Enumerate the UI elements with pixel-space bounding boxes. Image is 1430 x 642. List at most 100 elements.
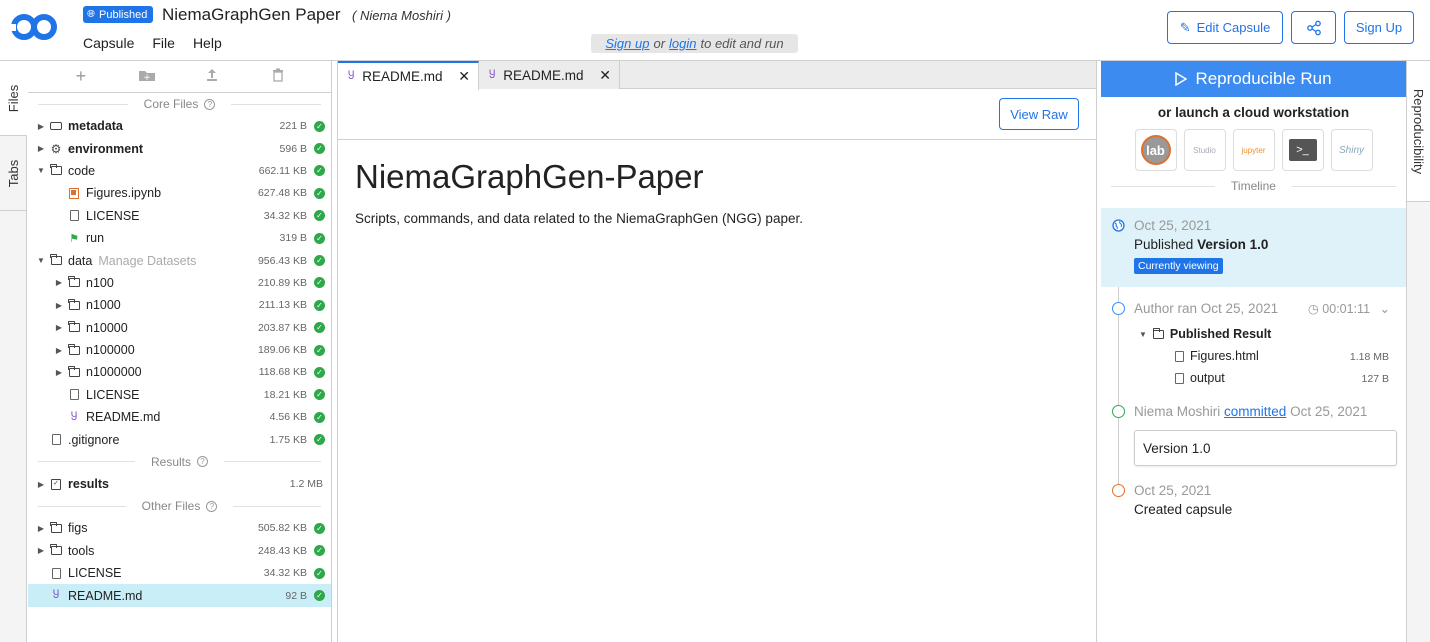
chevron-right-icon[interactable]: ▶ (36, 122, 46, 131)
help-icon[interactable]: ? (206, 500, 218, 512)
file-tree-row[interactable]: ▶ ⚙ environment 596 B ✓ (28, 137, 331, 159)
file-icon (68, 210, 80, 222)
check-icon: ✓ (314, 344, 325, 356)
editor-tab[interactable]: Ⴘ README.md ✕ (479, 61, 620, 89)
chevron-down-icon[interactable]: ▼ (36, 166, 46, 175)
check-icon: ✓ (314, 522, 325, 534)
file-tree-row[interactable]: ▶ n100 210.89 KB ✓ (28, 272, 331, 294)
timeline-date: Oct 25, 2021 (1134, 218, 1212, 233)
close-icon[interactable]: ✕ (599, 67, 611, 84)
file-size: 4.56 KB (269, 411, 307, 424)
signup-link[interactable]: Sign up (605, 36, 649, 51)
upload-icon[interactable] (202, 66, 222, 87)
file-tree-row[interactable]: ▶ n1000 211.13 KB ✓ (28, 294, 331, 316)
markdown-icon: Ⴘ (489, 69, 496, 81)
file-tree-row[interactable]: ▶ n10000 203.87 KB ✓ (28, 317, 331, 339)
help-icon[interactable]: ? (204, 98, 216, 110)
menu-file[interactable]: File (152, 35, 175, 51)
close-icon[interactable]: ✕ (458, 68, 470, 85)
metadata-icon (50, 120, 62, 132)
editor-tab[interactable]: Ⴘ README.md ✕ (338, 61, 479, 90)
result-file[interactable]: output (1175, 371, 1225, 385)
reproducible-run-button[interactable]: Reproducible Run (1101, 61, 1406, 97)
file-tree-row[interactable]: ▶ figs 505.82 KB ✓ (28, 517, 331, 539)
view-raw-button[interactable]: View Raw (999, 98, 1079, 130)
readme-title: NiemaGraphGen-Paper (355, 158, 704, 195)
core-files-list: ▶ metadata 221 B ✓ ▶ ⚙ environment 596 B ✓ ▼ code 6… (28, 115, 331, 451)
editor-tab-bar: Ⴘ README.md ✕ Ⴘ README.md ✕ (338, 61, 1096, 90)
file-tree-row[interactable]: Ⴘ README.md 4.56 KB ✓ (28, 406, 331, 428)
file-tree-row[interactable]: ▶ n100000 189.06 KB ✓ (28, 339, 331, 361)
shiny-option[interactable]: Shiny (1330, 129, 1373, 171)
file-size: 596 B (279, 142, 307, 155)
chevron-right-icon[interactable]: ▶ (36, 524, 46, 533)
terminal-option[interactable]: >_ (1281, 129, 1324, 171)
file-tree-row[interactable]: ▶ metadata 221 B ✓ (28, 115, 331, 137)
chevron-down-icon: ⌄ (1379, 302, 1390, 316)
tab-tabs[interactable]: Tabs (0, 136, 27, 211)
file-size: 248.43 KB (257, 544, 307, 557)
trash-icon[interactable] (268, 66, 288, 87)
help-icon[interactable]: ? (197, 456, 209, 468)
file-name: code (68, 163, 96, 178)
file-tree-row[interactable]: ▶ n1000000 118.68 KB ✓ (28, 361, 331, 383)
file-tree-row[interactable]: ▼ data Manage Datasets 956.43 KB ✓ (28, 249, 331, 271)
chevron-right-icon[interactable]: ▶ (54, 323, 64, 332)
folder-icon (68, 343, 80, 356)
chevron-right-icon[interactable]: ▶ (36, 480, 46, 489)
file-size: 18.21 KB (263, 388, 307, 401)
sign-up-button[interactable]: Sign Up (1344, 11, 1414, 44)
codeocean-logo[interactable] (10, 10, 60, 44)
chevron-right-icon[interactable]: ▶ (54, 368, 64, 377)
file-icon (1175, 350, 1184, 362)
rstudio-option[interactable]: Studio (1183, 129, 1226, 171)
file-name: LICENSE (86, 208, 140, 223)
published-badge: 🌐︎ Published (83, 6, 154, 23)
clock-icon: ◷ (1307, 302, 1319, 316)
file-tree-row[interactable]: Ⴘ README.md 92 B ✓ (28, 584, 331, 607)
run-duration[interactable]: ◷ 00:01:11 ⌄ (1308, 301, 1390, 316)
published-result-folder[interactable]: ▼ Published Result (1139, 327, 1271, 341)
menu-help[interactable]: Help (193, 35, 222, 51)
chevron-right-icon[interactable]: ▶ (36, 546, 46, 555)
menu-capsule[interactable]: Capsule (83, 35, 134, 51)
file-tree-row[interactable]: LICENSE 34.32 KB ✓ (28, 562, 331, 584)
chevron-right-icon[interactable]: ▶ (36, 144, 46, 153)
chevron-down-icon[interactable]: ▼ (36, 256, 46, 265)
add-file-icon[interactable]: + (71, 66, 91, 87)
right-tab-rail: Reproducibility (1406, 61, 1430, 642)
jupyter-option[interactable]: jupyter (1232, 129, 1275, 171)
shiny-icon: Shiny (1338, 144, 1364, 156)
tab-files[interactable]: Files (0, 61, 27, 136)
file-tree-row[interactable]: ▶ ✓ results 1.2 MB (28, 473, 331, 495)
check-icon: ✓ (314, 210, 325, 222)
chevron-right-icon[interactable]: ▶ (54, 301, 64, 310)
share-button[interactable] (1291, 11, 1336, 44)
edit-capsule-button[interactable]: ✎ Edit Capsule (1167, 11, 1283, 44)
signup-note: Sign up or login to edit and run (591, 34, 798, 53)
file-tree-row[interactable]: .gitignore 1.75 KB ✓ (28, 428, 331, 450)
chevron-right-icon[interactable]: ▶ (54, 278, 64, 287)
file-name: run (86, 231, 105, 246)
jupyterlab-option[interactable]: lab (1134, 129, 1177, 171)
tab-reproducibility[interactable]: Reproducibility (1407, 61, 1430, 202)
file-tree-row[interactable]: LICENSE 18.21 KB ✓ (28, 384, 331, 406)
file-tree-row[interactable]: Figures.ipynb 627.48 KB ✓ (28, 182, 331, 204)
chevron-right-icon[interactable]: ▶ (54, 346, 64, 355)
add-folder-icon[interactable]: + (137, 66, 157, 87)
committed-link[interactable]: committed (1224, 404, 1286, 419)
result-file[interactable]: Figures.html (1175, 349, 1259, 363)
file-tree-row[interactable]: ▶ tools 248.43 KB ✓ (28, 540, 331, 562)
file-size: 92 B (285, 589, 307, 602)
file-tree-row[interactable]: ⚑ run 319 B ✓ (28, 227, 331, 249)
currently-viewing-badge: Currently viewing (1134, 258, 1223, 274)
manage-datasets-link[interactable]: Manage Datasets (98, 254, 196, 268)
file-tree-row[interactable]: LICENSE 34.32 KB ✓ (28, 205, 331, 227)
login-link[interactable]: login (669, 36, 696, 51)
file-size: 662.11 KB (258, 164, 307, 177)
readme-body: Scripts, commands, and data related to t… (355, 211, 803, 226)
result-file-size: 1.18 MB (1349, 351, 1389, 363)
flag-icon: ⚑ (69, 232, 79, 245)
file-tree-row[interactable]: ▼ code 662.11 KB ✓ (28, 160, 331, 182)
timeline-date: Oct 25, 2021 (1134, 483, 1212, 498)
